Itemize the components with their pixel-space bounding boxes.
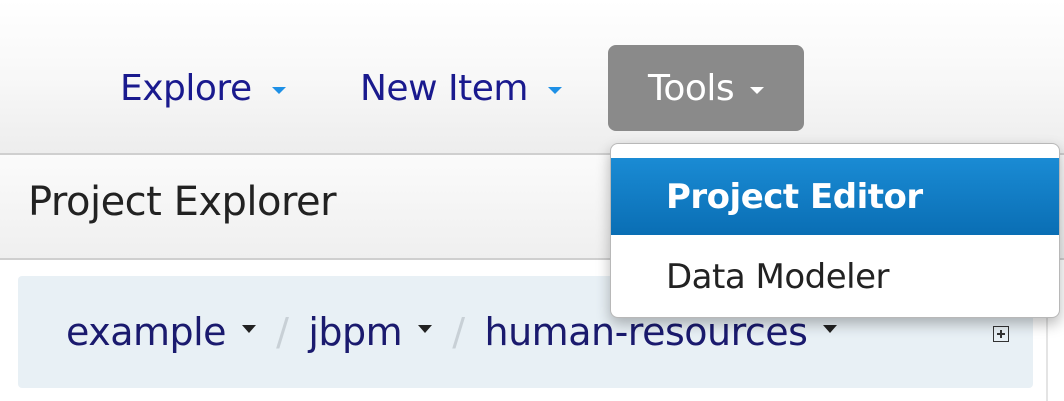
breadcrumb-separator: / xyxy=(276,310,289,354)
top-navbar: Explore New Item Tools xyxy=(0,0,1064,155)
chevron-down-icon xyxy=(547,86,562,94)
breadcrumb-separator: / xyxy=(452,310,465,354)
page-title: Project Explorer xyxy=(28,179,337,225)
breadcrumb-item-label: jbpm xyxy=(308,310,403,354)
breadcrumb-item-example[interactable]: example xyxy=(66,310,257,354)
tools-label: Tools xyxy=(648,67,735,109)
caret-down-icon xyxy=(418,325,433,333)
breadcrumb-item-label: example xyxy=(66,310,227,354)
menu-item-project-editor[interactable]: Project Editor xyxy=(611,158,1059,235)
expand-icon[interactable] xyxy=(993,326,1009,342)
chevron-down-icon xyxy=(750,86,765,94)
tools-dropdown-menu: Project Editor Data Modeler xyxy=(610,143,1060,318)
breadcrumb-item-jbpm[interactable]: jbpm xyxy=(308,310,433,354)
chevron-down-icon xyxy=(271,86,286,94)
menu-item-data-modeler[interactable]: Data Modeler xyxy=(611,238,1059,315)
new-item-menu-button[interactable]: New Item xyxy=(360,45,562,131)
explore-menu-button[interactable]: Explore xyxy=(120,45,286,131)
caret-down-icon xyxy=(823,325,838,333)
tools-menu-button[interactable]: Tools xyxy=(608,45,804,131)
menu-item-label: Data Modeler xyxy=(666,256,889,297)
menu-item-label: Project Editor xyxy=(666,176,923,217)
explore-label: Explore xyxy=(120,67,252,109)
new-item-label: New Item xyxy=(360,67,528,109)
caret-down-icon xyxy=(242,325,257,333)
